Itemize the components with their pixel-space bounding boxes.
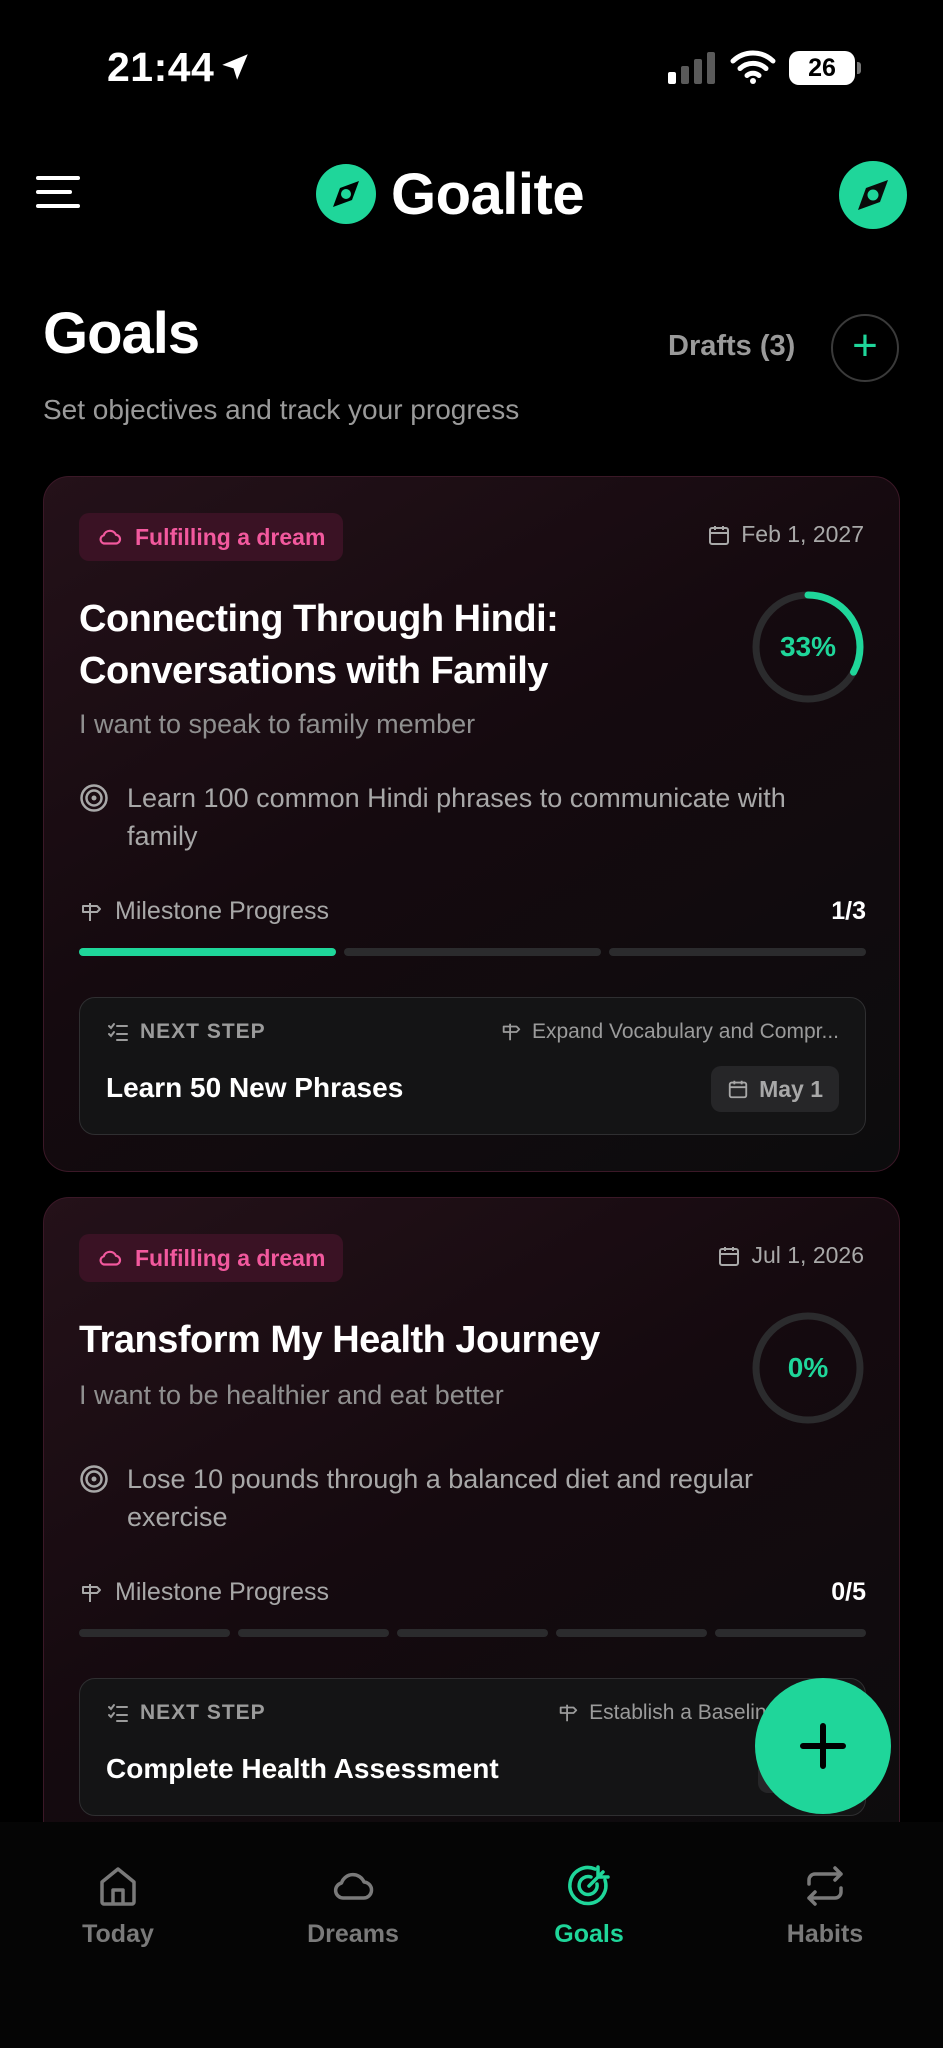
- milestone-progress-header: Milestone Progress 1/3: [79, 897, 866, 926]
- calendar-icon: [719, 1246, 740, 1266]
- goal-title: Connecting Through Hindi: Conversations …: [79, 598, 559, 692]
- next-step-milestone-text: Expand Vocabulary and Compr...: [531, 1020, 839, 1043]
- goal-description: I want to be healthier and eat better: [79, 1380, 504, 1410]
- signpost-icon: [559, 1704, 578, 1722]
- next-step-label-text: NEXT STEP: [140, 1020, 266, 1043]
- next-step-title: Learn 50 New Phrases: [106, 1072, 404, 1103]
- next-step-card[interactable]: NEXT STEP Establish a Baseline and S Com…: [79, 1678, 866, 1816]
- badge-label: Fulfilling a dream: [135, 1244, 326, 1271]
- home-icon: [100, 1867, 136, 1906]
- cloud-icon: [333, 1872, 374, 1900]
- battery-indicator: 26: [789, 51, 861, 85]
- due-date: Feb 1, 2027: [707, 521, 864, 548]
- next-step-label-text: NEXT STEP: [140, 1701, 266, 1724]
- wifi-icon: [730, 50, 776, 84]
- tab-today[interactable]: Today: [18, 1862, 218, 1949]
- due-date-text: Jul 1, 2026: [751, 1242, 864, 1268]
- tab-label: Today: [82, 1920, 154, 1948]
- drafts-button[interactable]: Drafts (3): [668, 330, 795, 363]
- milestone-segment: [238, 1629, 389, 1637]
- next-step-date-text: May 1: [759, 1075, 823, 1102]
- due-date-text: Feb 1, 2027: [741, 521, 864, 547]
- milestone-label: Milestone Progress: [79, 897, 329, 926]
- badge-label: Fulfilling a dream: [135, 523, 326, 550]
- cloud-icon: [99, 1250, 122, 1266]
- compass-logo-icon: [316, 164, 376, 224]
- next-step-date: May 1: [711, 1066, 839, 1112]
- progress-percent: 0%: [787, 1352, 829, 1383]
- next-step-title: Complete Health Assessment: [106, 1753, 499, 1784]
- status-bar: 21:44 26: [0, 0, 943, 140]
- page-title: Goals: [43, 301, 200, 366]
- status-time: 21:44: [107, 44, 215, 90]
- target-arrow-icon: [568, 1865, 610, 1906]
- profile-avatar-icon[interactable]: [838, 160, 908, 230]
- menu-line-icon: [36, 190, 72, 194]
- signpost-icon: [82, 1583, 101, 1602]
- signpost-icon: [502, 1023, 521, 1041]
- dream-badge: Fulfilling a dream: [79, 513, 344, 561]
- next-step-label: NEXT STEP: [106, 1020, 266, 1044]
- app-name: Goalite: [391, 161, 585, 227]
- calendar-icon: [709, 525, 730, 545]
- objective: Lose 10 pounds through a balanced diet a…: [79, 1460, 859, 1536]
- menu-line-icon: [36, 204, 80, 208]
- milestone-segment: [344, 948, 601, 956]
- milestone-label-text: Milestone Progress: [115, 1578, 329, 1606]
- hamburger-menu-button[interactable]: [36, 172, 84, 212]
- checklist-icon: [108, 1704, 128, 1722]
- objective-text: Lose 10 pounds through a balanced diet a…: [127, 1464, 753, 1532]
- cloud-icon: [99, 529, 122, 545]
- bottom-tab-bar: Today Dreams Goals Habits: [0, 1822, 943, 2048]
- milestone-segment: [79, 948, 336, 956]
- target-icon: [80, 1465, 108, 1493]
- milestone-segment: [397, 1629, 548, 1637]
- objective: Learn 100 common Hindi phrases to commun…: [79, 779, 859, 855]
- dream-badge: Fulfilling a dream: [79, 1234, 344, 1282]
- milestone-segment: [556, 1629, 707, 1637]
- tab-dreams[interactable]: Dreams: [253, 1862, 453, 1949]
- tab-label: Habits: [786, 1920, 864, 1948]
- checklist-icon: [108, 1023, 128, 1041]
- next-step-milestone: Expand Vocabulary and Compr...: [500, 1020, 839, 1044]
- goal-description: I want to speak to family member: [79, 709, 476, 739]
- next-step-label: NEXT STEP: [106, 1701, 266, 1725]
- menu-line-icon: [36, 176, 80, 180]
- milestone-label-text: Milestone Progress: [115, 897, 329, 925]
- progress-percent: 33%: [779, 631, 837, 662]
- due-date: Jul 1, 2026: [717, 1242, 864, 1269]
- goal-title: Transform My Health Journey: [79, 1319, 600, 1361]
- plus-icon: [800, 1723, 846, 1769]
- app-brand: Goalite: [315, 160, 585, 228]
- goal-card[interactable]: Fulfilling a dream Feb 1, 2027 Connectin…: [43, 476, 900, 1172]
- calendar-icon: [728, 1080, 748, 1099]
- tab-goals[interactable]: Goals: [489, 1862, 689, 1949]
- milestone-segment: [715, 1629, 866, 1637]
- repeat-icon: [807, 1866, 843, 1906]
- goals-list[interactable]: Fulfilling a dream Feb 1, 2027 Connectin…: [0, 470, 943, 1822]
- tab-label: Goals: [554, 1920, 624, 1948]
- milestone-label: Milestone Progress: [79, 1578, 329, 1607]
- create-goal-fab[interactable]: [755, 1678, 891, 1814]
- milestone-count: 1/3: [831, 897, 866, 925]
- next-step-card[interactable]: NEXT STEP Expand Vocabulary and Compr...…: [79, 997, 866, 1135]
- milestone-bars: [79, 1629, 866, 1637]
- milestone-bars: [79, 948, 866, 956]
- milestone-progress-header: Milestone Progress 0/5: [79, 1578, 866, 1607]
- location-arrow-icon: [222, 54, 248, 80]
- signpost-icon: [82, 902, 101, 921]
- tab-habits[interactable]: Habits: [725, 1862, 925, 1949]
- target-icon: [80, 784, 108, 812]
- add-goal-button[interactable]: +: [831, 314, 899, 382]
- objective-text: Learn 100 common Hindi phrases to commun…: [127, 783, 786, 851]
- page-subtitle: Set objectives and track your progress: [43, 394, 520, 425]
- cellular-signal-icon: [668, 52, 715, 84]
- tab-label: Dreams: [307, 1920, 399, 1948]
- milestone-count: 0/5: [831, 1578, 866, 1606]
- milestone-segment: [609, 948, 866, 956]
- milestone-segment: [79, 1629, 230, 1637]
